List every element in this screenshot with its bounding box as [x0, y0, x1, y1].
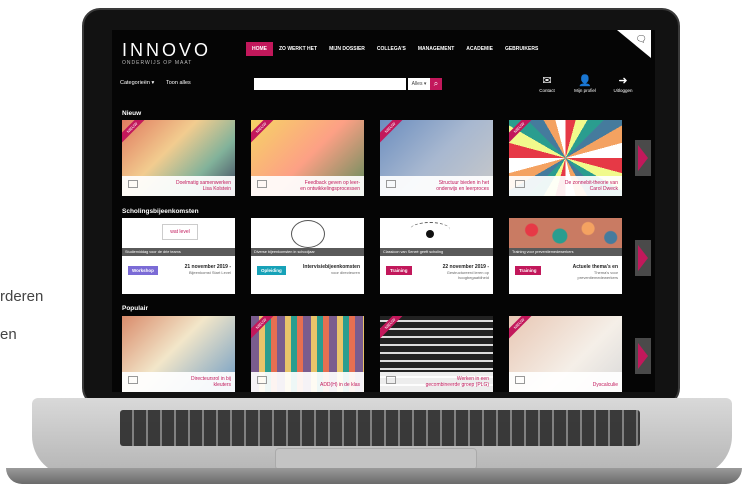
- event-strip: Studiemiddag voor de drie teams: [122, 248, 235, 256]
- event-type-pill: Opleiding: [257, 266, 286, 275]
- event-strip: Training voor preventiemedewerkers: [509, 248, 622, 256]
- event-subtitle: Gestructureerd leren op hoogbegaafdheid: [446, 270, 489, 280]
- scholing-tile-1[interactable]: wat level Studiemiddag voor de drie team…: [122, 218, 235, 294]
- contact-button[interactable]: ✉ Contact: [532, 74, 562, 93]
- chevron-right-icon: [638, 145, 648, 171]
- categories-dropdown[interactable]: Categorieën ▾: [120, 80, 154, 86]
- populair-tile-2[interactable]: NIEUW ADD(H) in de klas: [251, 316, 364, 392]
- nav-academie[interactable]: ACADEMIE: [460, 42, 499, 56]
- laptop-screen: INNOVO ONDERWIJS OP MAAT HOME ZO WERKT H…: [112, 30, 655, 392]
- logout-label: Uitloggen: [613, 88, 633, 93]
- monitor-icon: [257, 180, 267, 188]
- event-subtitle: voor directeuren: [331, 270, 360, 275]
- logout-icon: ➜: [618, 75, 628, 87]
- tile-caption: Directeursrol in bij kleuters: [122, 372, 235, 392]
- monitor-icon: [386, 376, 396, 384]
- search-filter-select[interactable]: Alles ▾: [408, 78, 430, 90]
- chevron-right-icon: [638, 245, 648, 271]
- carousel-next-nieuw[interactable]: [635, 140, 651, 176]
- laptop-keyboard: [120, 410, 640, 446]
- nav-gebruikers[interactable]: GEBRUIKERS: [499, 42, 544, 56]
- event-subtitle: Bijeenkomst Start Level: [188, 270, 231, 275]
- envelope-icon: ✉: [542, 75, 552, 87]
- monitor-icon: [128, 180, 138, 188]
- monitor-icon: [128, 376, 138, 384]
- laptop-trackpad: [275, 448, 477, 470]
- tile-subtitle: kleuters: [213, 382, 231, 388]
- profile-button[interactable]: 👤 Mijn profiel: [570, 74, 600, 93]
- contact-label: Contact: [539, 88, 555, 93]
- logout-button[interactable]: ➜ Uitloggen: [608, 74, 638, 93]
- main-nav: HOME ZO WERKT HET MIJN DOSSIER COLLEGA'S…: [246, 42, 544, 56]
- tile-caption: Doelmatig samenwerken Lisa Kolstein: [122, 176, 235, 196]
- populair-tile-1[interactable]: Directeursrol in bij kleuters: [122, 316, 235, 392]
- side-text-2: en: [0, 326, 17, 343]
- monitor-icon: [515, 376, 525, 384]
- tile-caption: De zonnebit-theorie van Carol Dweck: [509, 176, 622, 196]
- tile-caption: Dyscalculie: [509, 372, 622, 392]
- tile-caption: ADD(H) in de klas: [251, 372, 364, 392]
- event-type-pill: Training: [515, 266, 541, 275]
- event-type-pill: Training: [386, 266, 412, 275]
- person-icon: 👤: [578, 75, 592, 87]
- tile-caption: Werken in een gecombineerde groep (PLG): [380, 372, 493, 392]
- monitor-icon: [257, 376, 267, 384]
- tile-caption: Structuur bieden in het onderwijs en leer…: [380, 176, 493, 196]
- section-title-populair: Populair: [122, 305, 149, 312]
- event-type-pill: Workshop: [128, 266, 158, 275]
- nieuw-tile-1[interactable]: NIEUW Doelmatig samenwerken Lisa Kolstein: [122, 120, 235, 196]
- event-subtitle: Thema's voor preventiemedewerkers: [577, 270, 618, 280]
- scholing-tile-4[interactable]: Training voor preventiemedewerkers Train…: [509, 218, 622, 294]
- tile-subtitle: onderwijs en leerproces: [436, 186, 489, 192]
- event-strip: Diverse bijeenkomsten in schooljaar: [251, 248, 364, 256]
- event-logo: wat level: [162, 224, 198, 240]
- chevron-right-icon: [638, 343, 648, 369]
- scales-emblem: [291, 220, 325, 248]
- nav-collegas[interactable]: COLLEGA'S: [371, 42, 412, 56]
- search-input[interactable]: [254, 78, 406, 90]
- nieuw-tile-4[interactable]: NIEUW De zonnebit-theorie van Carol Dweck: [509, 120, 622, 196]
- tile-title: ADD(H) in de klas: [319, 382, 360, 388]
- section-title-scholing: Scholingsbijeenkomsten: [122, 208, 199, 215]
- nav-home[interactable]: HOME: [246, 42, 273, 56]
- monitor-icon: [515, 180, 525, 188]
- innovo-logo[interactable]: INNOVO: [122, 40, 211, 61]
- tile-image: [509, 218, 622, 248]
- carousel-next-scholing[interactable]: [635, 240, 651, 276]
- tile-subtitle: Lisa Kolstein: [202, 186, 231, 192]
- nav-zo-werkt-het[interactable]: ZO WERKT HET: [273, 42, 323, 56]
- scholing-tile-3[interactable]: Classicon van Seneé geeft scholing Train…: [380, 218, 493, 294]
- populair-tile-4[interactable]: NIEUW Dyscalculie: [509, 316, 622, 392]
- monitor-icon: [386, 180, 396, 188]
- tile-subtitle: Carol Dweck: [589, 186, 618, 192]
- tile-caption: Feedback geven op leer-en ontwikkelingsp…: [251, 176, 364, 196]
- populair-tile-3[interactable]: NIEUW Werken in een gecombineerde groep (…: [380, 316, 493, 392]
- nav-management[interactable]: MANAGEMENT: [412, 42, 460, 56]
- profile-label: Mijn profiel: [574, 88, 596, 93]
- show-all-link[interactable]: Toon alles: [166, 80, 191, 86]
- carousel-next-populair[interactable]: [635, 338, 651, 374]
- logo-tagline: ONDERWIJS OP MAAT: [122, 60, 193, 66]
- tile-title: Dyscalculie: [592, 382, 618, 388]
- scholing-tile-2[interactable]: Diverse bijeenkomsten in schooljaar Ople…: [251, 218, 364, 294]
- search-icon: ⌕: [433, 79, 439, 88]
- nav-mijn-dossier[interactable]: MIJN DOSSIER: [323, 42, 371, 56]
- nieuw-tile-3[interactable]: NIEUW Structuur bieden in het onderwijs e…: [380, 120, 493, 196]
- event-strip: Classicon van Seneé geeft scholing: [380, 248, 493, 256]
- search-button[interactable]: ⌕: [430, 78, 442, 90]
- diagram-arc: [410, 222, 450, 237]
- chat-icon[interactable]: 🗨: [636, 34, 647, 45]
- tile-subtitle: gecombineerde groep (PLG): [425, 382, 489, 388]
- tile-subtitle: en ontwikkelingsprocessen: [300, 186, 360, 192]
- nieuw-tile-2[interactable]: NIEUW Feedback geven op leer-en ontwikke…: [251, 120, 364, 196]
- section-title-nieuw: Nieuw: [122, 110, 142, 117]
- laptop-base-lip: [6, 468, 742, 484]
- side-text-1: rderen: [0, 288, 44, 305]
